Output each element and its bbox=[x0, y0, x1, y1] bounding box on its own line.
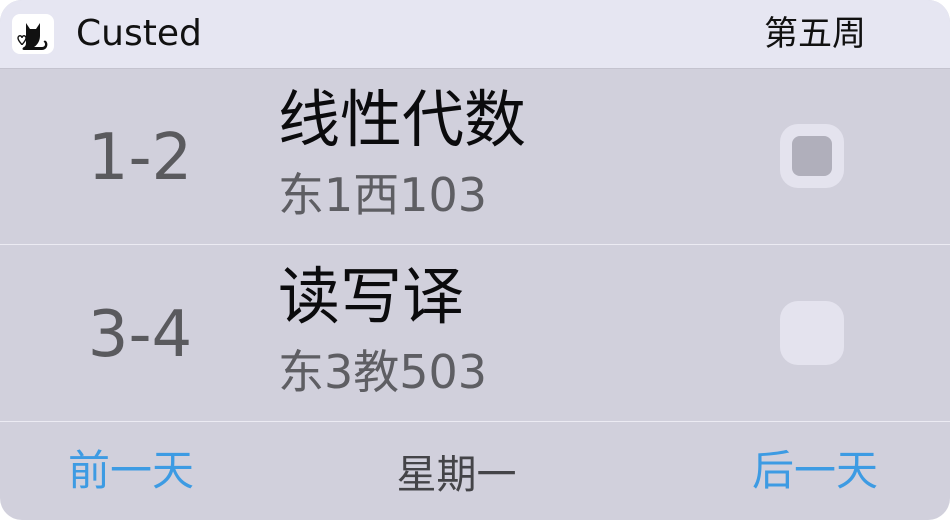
app-name: Custed bbox=[76, 13, 202, 54]
done-checkbox[interactable] bbox=[780, 124, 844, 188]
course-name: 读写译 bbox=[278, 260, 465, 333]
black-cat-icon bbox=[12, 14, 54, 54]
day-navigation: 前一天 星期一 后一天 bbox=[0, 423, 950, 520]
course-row[interactable]: 3-4 读写译 东3教503 bbox=[0, 245, 950, 422]
next-day-button[interactable]: 后一天 bbox=[752, 445, 878, 497]
period-label: 1-2 bbox=[87, 121, 193, 195]
classroom-label: 东1西103 bbox=[278, 168, 488, 222]
classroom-label: 东3教503 bbox=[278, 345, 488, 399]
period-label: 3-4 bbox=[87, 298, 193, 372]
schedule-widget: Custed 第五周 1-2 线性代数 东1西103 3-4 读写译 东3教50… bbox=[0, 0, 950, 520]
course-row[interactable]: 1-2 线性代数 东1西103 bbox=[0, 68, 950, 245]
course-name: 线性代数 bbox=[278, 83, 527, 156]
widget-header: Custed 第五周 bbox=[0, 0, 950, 69]
done-checkbox[interactable] bbox=[780, 301, 844, 365]
week-label: 第五周 bbox=[764, 14, 866, 54]
checkbox-checked-mark bbox=[792, 136, 832, 176]
